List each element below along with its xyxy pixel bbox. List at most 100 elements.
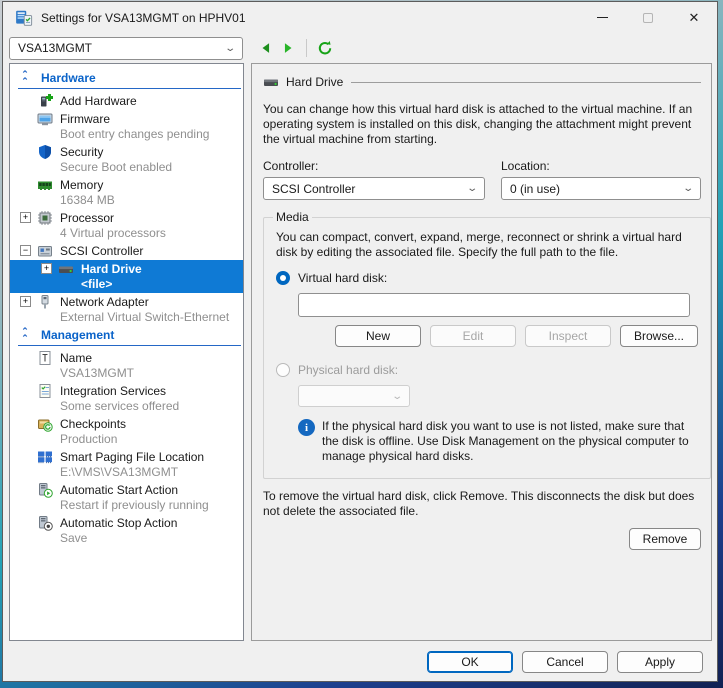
toolbar: VSA13MGMT ⌄ [3,33,717,63]
sidebar-item-label: Name [60,350,134,366]
new-button[interactable]: New [335,325,421,347]
media-legend: Media [273,210,312,224]
physical-disk-info-text: If the physical hard disk you want to us… [322,419,698,464]
processor-icon [37,210,53,226]
security-icon [37,144,53,160]
sidebar-item-network-adapter[interactable]: +Network AdapterExternal Virtual Switch-… [10,293,243,326]
intro-text: You can change how this virtual hard dis… [263,102,699,147]
sidebar-section-label: Management [41,328,114,342]
virtual-hard-disk-radio[interactable] [276,271,290,285]
sidebar-item-sublabel: <file> [81,277,142,292]
apply-button[interactable]: Apply [617,651,703,673]
add-hardware-icon [37,93,53,109]
virtual-hard-disk-path-input[interactable] [298,293,690,317]
panel-title: Hard Drive [286,75,343,89]
sidebar-item-smart-paging-file-location[interactable]: +Smart Paging File LocationE:\VMS\VSA13M… [10,448,243,481]
sidebar-item-security[interactable]: +SecuritySecure Boot enabled [10,143,243,176]
dialog-footer: OK Cancel Apply [427,651,703,673]
sidebar-item-add-hardware[interactable]: +Add Hardware [10,92,243,110]
sidebar-item-firmware[interactable]: +FirmwareBoot entry changes pending [10,110,243,143]
auto-stop-icon [37,515,53,531]
sidebar-item-label: Memory [60,177,115,193]
chevron-down-icon: ⌄ [466,183,478,194]
checkpoints-icon [37,416,53,432]
maximize-icon [643,13,653,23]
sidebar-item-label: Integration Services [60,383,179,399]
cancel-button[interactable]: Cancel [522,651,608,673]
collapse-expander[interactable]: − [20,245,31,256]
sidebar-item-automatic-start-action[interactable]: +Automatic Start ActionRestart if previo… [10,481,243,514]
collapse-section-icon: ⌃⌃ [18,71,32,85]
sidebar-item-sublabel: 4 Virtual processors [60,226,166,241]
sidebar-item-sublabel: E:\VMS\VSA13MGMT [60,465,204,480]
sidebar-item-hard-drive[interactable]: + Hard Drive<file> [10,260,243,293]
sidebar-item-sublabel: Save [60,531,177,546]
edit-button: Edit [430,325,516,347]
refresh-button[interactable] [314,37,336,59]
controller-value: SCSI Controller [272,182,355,196]
sidebar-item-label: SCSI Controller [60,243,143,259]
sidebar-item-scsi-controller[interactable]: − SCSI Controller [10,242,243,260]
sidebar-item-sublabel: 16384 MB [60,193,115,208]
sidebar-item-automatic-stop-action[interactable]: +Automatic Stop ActionSave [10,514,243,547]
minimize-button[interactable] [579,2,625,33]
sidebar-item-sublabel: Secure Boot enabled [60,160,172,175]
sidebar-item-checkpoints[interactable]: +CheckpointsProduction [10,415,243,448]
sidebar-item-label: Processor [60,210,166,226]
sidebar-item-label: Hard Drive [81,261,142,277]
remove-button[interactable]: Remove [629,528,701,550]
expand-expander[interactable]: + [20,212,31,223]
remove-help-text: To remove the virtual hard disk, click R… [263,489,709,519]
sidebar-item-label: Checkpoints [60,416,126,432]
refresh-icon [317,40,333,56]
ok-button[interactable]: OK [427,651,513,673]
expand-expander[interactable]: + [20,296,31,307]
navigate-forward-button[interactable] [277,37,299,59]
physical-hard-disk-label: Physical hard disk: [298,363,398,377]
sidebar-item-label: Add Hardware [60,93,137,109]
location-value: 0 (in use) [510,182,560,196]
integration-services-icon [37,383,53,399]
physical-hard-disk-radio [276,363,290,377]
sidebar-section-hardware[interactable]: ⌃⌃ Hardware [18,71,241,89]
header-rule [351,82,701,83]
media-groupbox: Media You can compact, convert, expand, … [263,210,711,479]
vm-selector-value: VSA13MGMT [18,41,92,55]
chevron-down-icon: ⌄ [224,43,236,54]
sidebar-section-management[interactable]: ⌃⌃ Management [18,328,241,346]
browse-button[interactable]: Browse... [620,325,698,347]
name-icon [37,350,53,366]
close-button[interactable]: ✕ [671,2,717,33]
sidebar-item-integration-services[interactable]: +Integration ServicesSome services offer… [10,382,243,415]
chevron-down-icon: ⌄ [682,183,694,194]
controller-select[interactable]: SCSI Controller ⌄ [263,177,485,200]
sidebar-section-label: Hardware [41,71,96,85]
sidebar-item-sublabel: External Virtual Switch-Ethernet [60,310,229,325]
sidebar-item-label: Smart Paging File Location [60,449,204,465]
firmware-icon [37,111,53,127]
info-icon: i [298,419,315,436]
collapse-section-icon: ⌃⌃ [18,328,32,342]
scsi-controller-icon [37,243,53,259]
forward-icon [281,41,295,55]
memory-icon [37,177,53,193]
back-icon [259,41,273,55]
hard-drive-settings-panel: Hard Drive You can change how this virtu… [251,63,712,641]
expand-expander[interactable]: + [41,263,52,274]
sidebar-item-name[interactable]: +NameVSA13MGMT [10,349,243,382]
toolbar-separator [306,39,307,57]
close-icon: ✕ [689,10,700,26]
smart-paging-icon [37,449,53,465]
media-intro-text: You can compact, convert, expand, merge,… [276,230,688,260]
sidebar-item-label: Automatic Stop Action [60,515,177,531]
vm-selector-combobox[interactable]: VSA13MGMT ⌄ [9,37,243,60]
chevron-down-icon: ⌄ [391,391,403,402]
sidebar-item-processor[interactable]: + Processor4 Virtual processors [10,209,243,242]
sidebar-item-sublabel: Restart if previously running [60,498,209,513]
window-title: Settings for VSA13MGMT on HPHV01 [41,11,246,25]
sidebar-item-memory[interactable]: +Memory16384 MB [10,176,243,209]
sidebar-item-sublabel: Production [60,432,126,447]
location-select[interactable]: 0 (in use) ⌄ [501,177,701,200]
network-adapter-icon [37,294,53,310]
navigate-back-button[interactable] [255,37,277,59]
